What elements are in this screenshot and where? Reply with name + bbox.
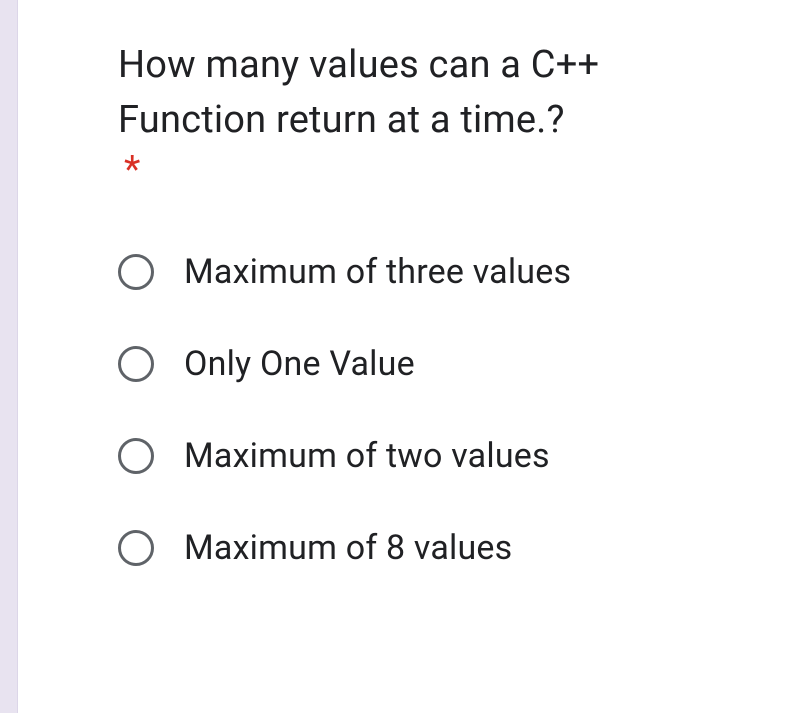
form-accent-strip (0, 0, 18, 713)
question-text: How many values can a C++ Function retur… (118, 38, 749, 148)
radio-icon (118, 254, 154, 290)
required-indicator: * (124, 148, 140, 192)
option-label: Maximum of 8 values (184, 528, 512, 568)
radio-option-3[interactable]: Maximum of two values (118, 436, 749, 476)
options-list: Maximum of three values Only One Value M… (118, 252, 749, 568)
option-label: Maximum of three values (184, 252, 571, 292)
radio-icon (118, 346, 154, 382)
radio-option-1[interactable]: Maximum of three values (118, 252, 749, 292)
option-label: Maximum of two values (184, 436, 550, 476)
radio-icon (118, 530, 154, 566)
question-card: How many values can a C++ Function retur… (18, 0, 809, 713)
radio-icon (118, 438, 154, 474)
radio-option-4[interactable]: Maximum of 8 values (118, 528, 749, 568)
radio-option-2[interactable]: Only One Value (118, 344, 749, 384)
question-header: How many values can a C++ Function retur… (118, 38, 749, 192)
option-label: Only One Value (184, 344, 415, 384)
